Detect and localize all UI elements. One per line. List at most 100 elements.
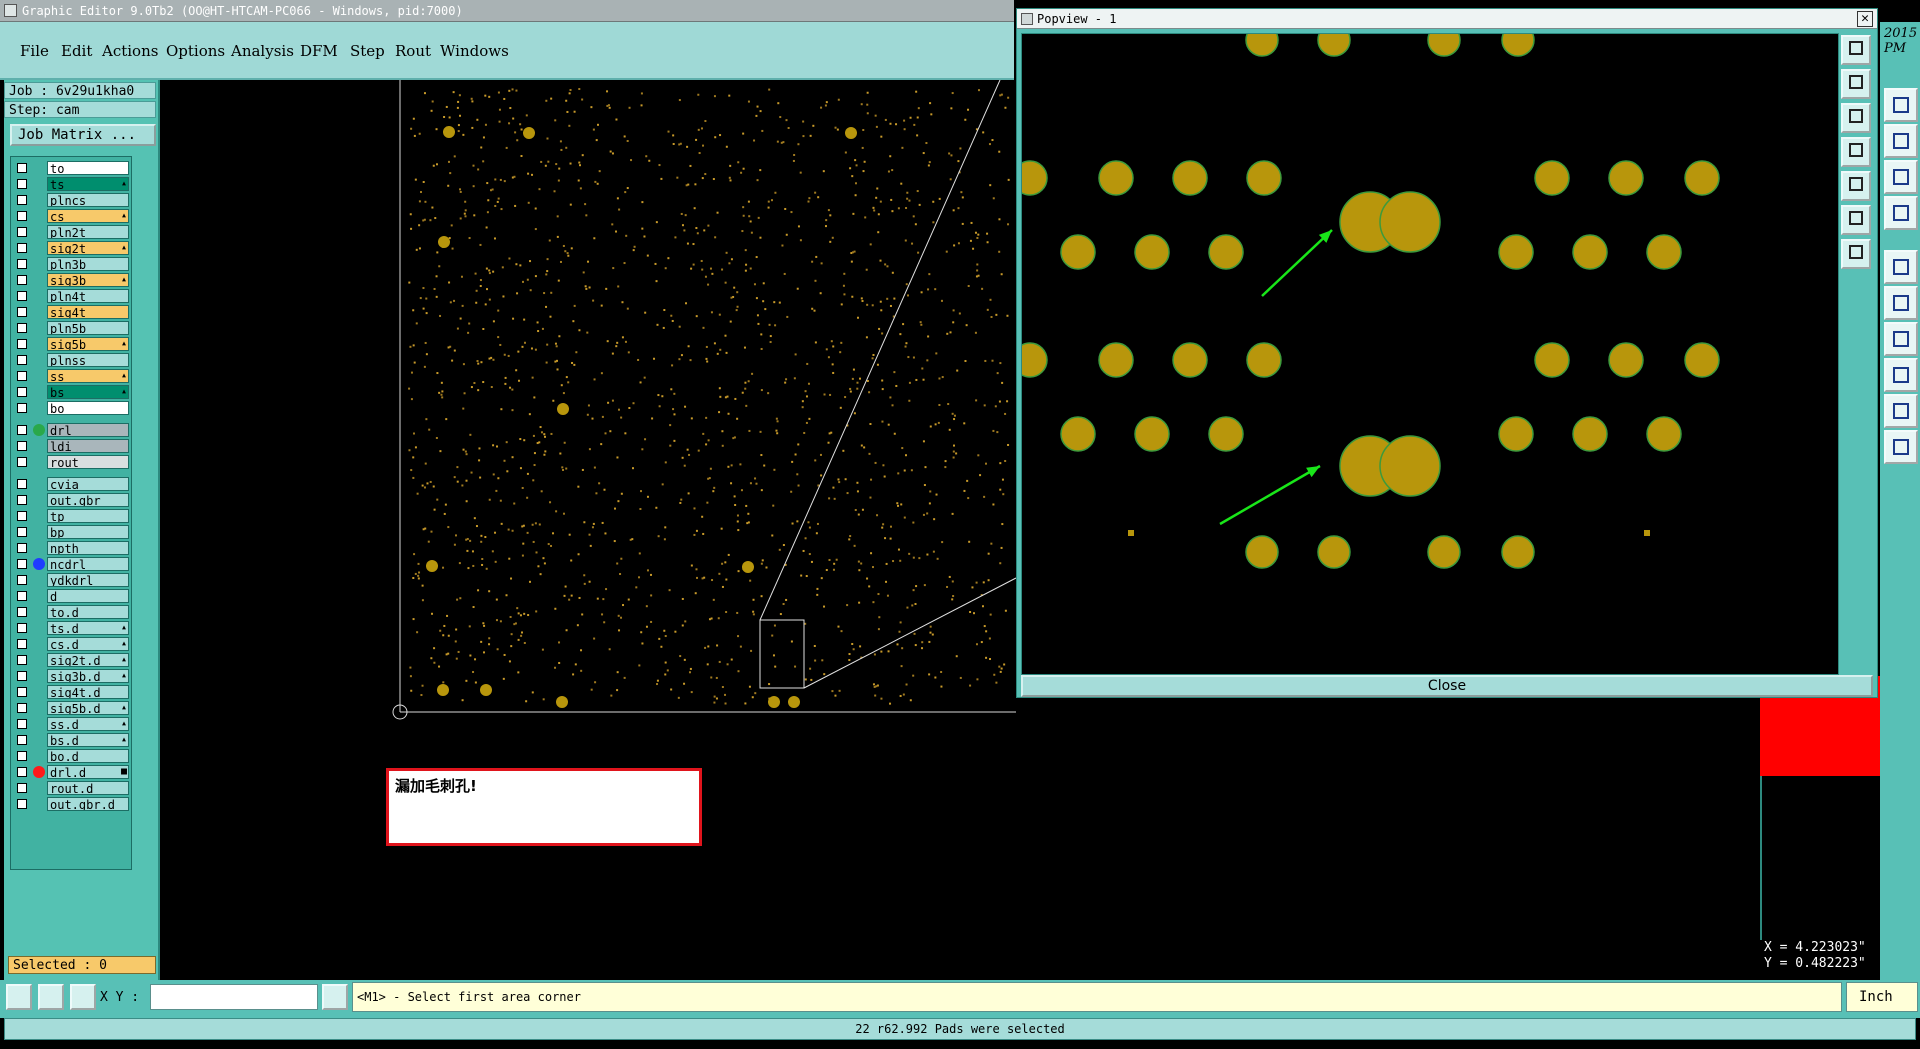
layer-name[interactable]: drl: [47, 423, 129, 437]
layer-name[interactable]: ss.d: [47, 717, 129, 731]
layer-row[interactable]: cs.d ▴: [13, 637, 131, 652]
layer-name[interactable]: drl.d: [47, 765, 129, 779]
layer-name[interactable]: npth: [47, 541, 129, 555]
layer-row[interactable]: plncs: [13, 193, 131, 208]
layer-checkbox[interactable]: [17, 751, 27, 761]
layer-row[interactable]: sig2t.d ▴: [13, 653, 131, 668]
layer-name[interactable]: sig4t.d: [47, 685, 129, 699]
zoom-in-icon[interactable]: [1841, 69, 1871, 99]
layer-row[interactable]: ts ▴: [13, 177, 131, 192]
menu-dfm[interactable]: DFM: [300, 42, 338, 60]
layer-name[interactable]: pln4t: [47, 289, 129, 303]
layer-checkbox[interactable]: [17, 211, 27, 221]
exclamation-icon[interactable]: [322, 984, 348, 1010]
layer-row[interactable]: ss.d ▴: [13, 717, 131, 732]
layer-name[interactable]: bp: [47, 525, 129, 539]
layer-row[interactable]: sig4t: [13, 305, 131, 320]
layer-name[interactable]: pln3b: [47, 257, 129, 271]
grid-tool-icon[interactable]: [70, 984, 96, 1010]
layer-checkbox[interactable]: [17, 799, 27, 809]
layer-row[interactable]: ldi: [13, 439, 131, 454]
select-cursor-icon[interactable]: [1884, 430, 1918, 464]
layer-name[interactable]: pln2t: [47, 225, 129, 239]
layer-checkbox[interactable]: [17, 559, 27, 569]
layer-checkbox[interactable]: [17, 719, 27, 729]
layer-name[interactable]: sig5b.d: [47, 701, 129, 715]
layer-checkbox[interactable]: [17, 339, 27, 349]
layer-row[interactable]: to.d: [13, 605, 131, 620]
layer-checkbox[interactable]: [17, 195, 27, 205]
popview-titlebar[interactable]: Popview - 1: [1017, 9, 1877, 29]
layer-name[interactable]: sig3b: [47, 273, 129, 287]
layer-checkbox[interactable]: [17, 387, 27, 397]
layer-name[interactable]: ss: [47, 369, 129, 383]
layer-checkbox[interactable]: [17, 259, 27, 269]
layer-row[interactable]: to: [13, 161, 131, 176]
zoom-window-icon[interactable]: [1841, 35, 1871, 65]
layer-name[interactable]: out.gbr: [47, 493, 129, 507]
layer-checkbox[interactable]: [17, 495, 27, 505]
layout-icon[interactable]: [1884, 88, 1918, 122]
pad-icon[interactable]: [1884, 250, 1918, 284]
layer-row[interactable]: cvia: [13, 477, 131, 492]
menu-options[interactable]: Options: [166, 42, 225, 60]
layer-name[interactable]: sig2t.d: [47, 653, 129, 667]
layer-row[interactable]: bs.d ▴: [13, 733, 131, 748]
layer-row[interactable]: bs ▴: [13, 385, 131, 400]
layer-row[interactable]: drl: [13, 423, 131, 438]
layer-checkbox[interactable]: [17, 243, 27, 253]
layer-checkbox[interactable]: [17, 307, 27, 317]
zoom-out-icon[interactable]: [1841, 103, 1871, 133]
layer-checkbox[interactable]: [17, 511, 27, 521]
layer-row[interactable]: npth: [13, 541, 131, 556]
layer-name[interactable]: plnss: [47, 353, 129, 367]
layer-checkbox[interactable]: [17, 575, 27, 585]
layer-checkbox[interactable]: [17, 655, 27, 665]
layer-row[interactable]: ss ▴: [13, 369, 131, 384]
layer-row[interactable]: out.gbr.d: [13, 797, 131, 812]
layer-checkbox[interactable]: [17, 591, 27, 601]
layer-checkbox[interactable]: [17, 703, 27, 713]
layer-checkbox[interactable]: [17, 623, 27, 633]
layer-row[interactable]: bo.d: [13, 749, 131, 764]
layer-name[interactable]: ts: [47, 177, 129, 191]
netlist-icon[interactable]: [1884, 196, 1918, 230]
layer-name[interactable]: bs: [47, 385, 129, 399]
pan-right-icon[interactable]: [1841, 171, 1871, 201]
layer-checkbox[interactable]: [17, 179, 27, 189]
layer-checkbox[interactable]: [17, 543, 27, 553]
layer-checkbox[interactable]: [17, 163, 27, 173]
layer-row[interactable]: out.gbr: [13, 493, 131, 508]
layer-name[interactable]: sig5b: [47, 337, 129, 351]
layer-checkbox[interactable]: [17, 479, 27, 489]
layer-checkbox[interactable]: [17, 671, 27, 681]
layer-row[interactable]: bp: [13, 525, 131, 540]
xy-input[interactable]: [150, 984, 318, 1010]
layer-checkbox[interactable]: [17, 227, 27, 237]
layer-row[interactable]: d: [13, 589, 131, 604]
units-button[interactable]: Inch: [1846, 982, 1918, 1012]
layer-row[interactable]: plnss: [13, 353, 131, 368]
layer-row[interactable]: bo: [13, 401, 131, 416]
layer-name[interactable]: pln5b: [47, 321, 129, 335]
layer-row[interactable]: cs ▴: [13, 209, 131, 224]
layer-name[interactable]: rout: [47, 455, 129, 469]
layer-checkbox[interactable]: [17, 735, 27, 745]
layer-row[interactable]: sig3b.d ▴: [13, 669, 131, 684]
snap-icon[interactable]: [1884, 124, 1918, 158]
layer-name[interactable]: ldi: [47, 439, 129, 453]
popview-canvas[interactable]: [1021, 33, 1839, 675]
layer-name[interactable]: cs: [47, 209, 129, 223]
layer-name[interactable]: ydkdrl: [47, 573, 129, 587]
layer-row[interactable]: tp: [13, 509, 131, 524]
layer-row[interactable]: pln3b: [13, 257, 131, 272]
layer-checkbox[interactable]: [17, 441, 27, 451]
layer-checkbox[interactable]: [17, 783, 27, 793]
help-icon[interactable]: [1884, 160, 1918, 194]
layer-checkbox[interactable]: [17, 639, 27, 649]
popview-close-button[interactable]: Close: [1021, 675, 1873, 697]
layer-checkbox[interactable]: [17, 607, 27, 617]
menu-step[interactable]: Step: [350, 42, 385, 60]
menu-actions[interactable]: Actions: [102, 42, 158, 60]
layer-checkbox[interactable]: [17, 323, 27, 333]
